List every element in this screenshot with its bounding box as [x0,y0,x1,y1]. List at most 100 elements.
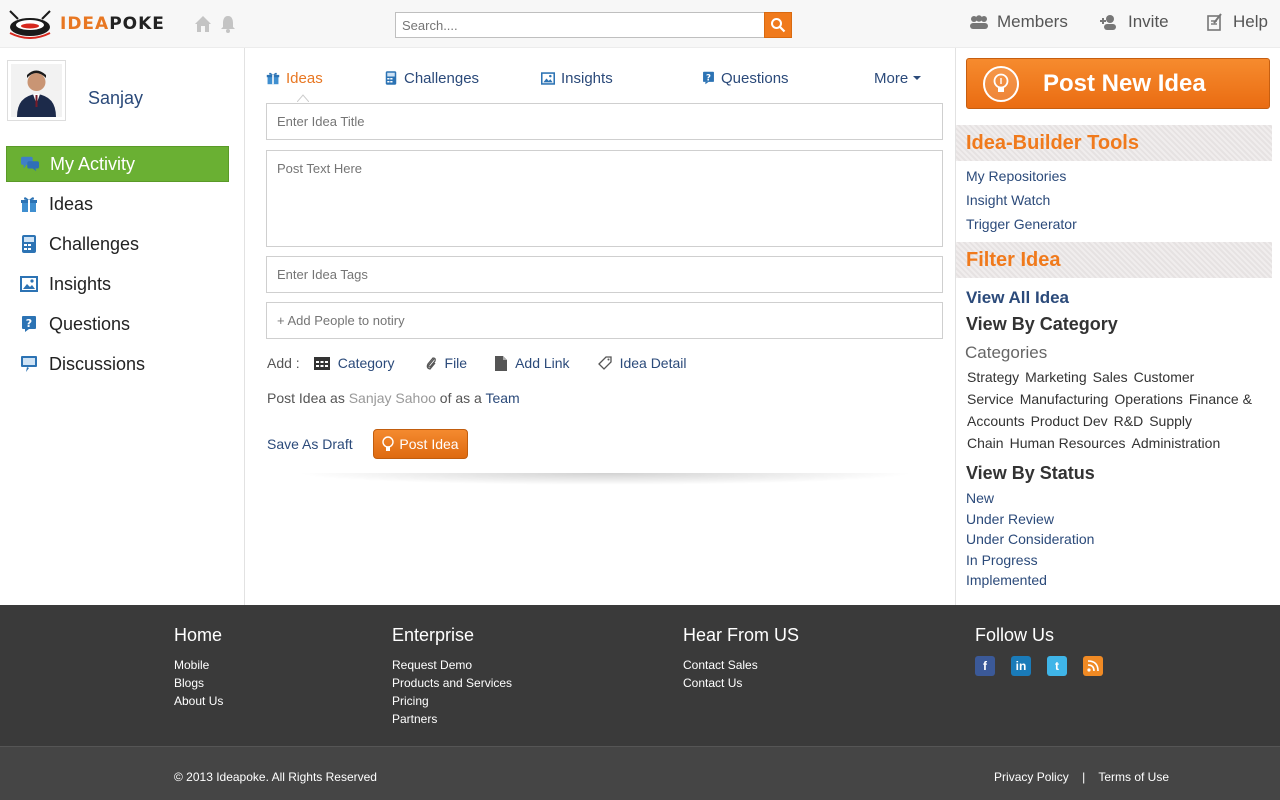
sidebar-item-my-activity[interactable]: My Activity [6,146,229,182]
sidebar-item-label: My Activity [50,153,136,174]
add-category-button[interactable]: Category [313,355,395,371]
profile-name[interactable]: Sanjay [88,88,143,109]
status-under-review-link[interactable]: Under Review [966,511,1054,527]
help-icon [1207,13,1222,31]
categories-label: Categories [965,343,1048,362]
calculator-icon [20,235,38,253]
footer-link[interactable]: Contact Sales [683,656,799,674]
search-button[interactable] [764,12,792,38]
sidebar-item-insights[interactable]: Insights [6,266,229,302]
idea-detail-button[interactable]: Idea Detail [597,355,687,371]
sub-footer: © 2013 Ideapoke. All Rights Reserved Pri… [0,746,1280,800]
rss-icon[interactable] [1083,656,1103,676]
idea-title-input[interactable] [266,103,943,140]
logo-mark-icon [9,10,51,39]
idea-builder-tools-heading: Idea-Builder Tools [956,125,1272,161]
avatar[interactable] [7,60,66,121]
footer-col-hear-from-us: Hear From US Contact Sales Contact Us [683,625,800,692]
sidebar-item-ideas[interactable]: Ideas [6,186,229,222]
ideapoke-logo[interactable]: IDEAPOKE [6,8,182,40]
svg-text:?: ? [26,317,32,330]
footer: Home Mobile Blogs About Us Enterprise Re… [0,605,1280,746]
gift-icon [266,71,280,85]
post-new-idea-button[interactable]: Post New Idea [966,58,1270,109]
category-link[interactable]: Administration [1132,435,1221,451]
twitter-icon[interactable]: t [1047,656,1067,676]
bell-icon[interactable] [218,14,238,34]
home-icon[interactable] [193,14,213,34]
gift-icon [20,195,38,213]
idea-text-input[interactable] [266,150,943,247]
monitor-icon [20,355,38,373]
post-as-user[interactable]: Sanjay Sahoo [349,390,436,406]
right-sidebar: Post New Idea Idea-Builder Tools My Repo… [956,48,1280,605]
my-repositories-link[interactable]: My Repositories [966,168,1066,184]
idea-tags-input[interactable] [266,256,943,293]
category-link[interactable]: Manufacturing [1020,391,1109,407]
footer-link[interactable]: Contact Us [683,674,799,692]
footer-col-follow-us: Follow Us f in t [975,625,1103,676]
category-link[interactable]: R&D [1114,413,1144,429]
question-icon: ? [20,315,38,333]
category-link[interactable]: Sales [1093,369,1128,385]
tab-ideas[interactable]: Ideas [266,68,323,88]
add-file-button[interactable]: File [425,355,467,371]
category-link[interactable]: Marketing [1025,369,1086,385]
filter-idea-heading: Filter Idea [956,242,1272,278]
add-people-input[interactable] [266,302,943,339]
footer-link[interactable]: Mobile [174,656,223,674]
footer-link[interactable]: Pricing [392,692,512,710]
sidebar-item-label: Challenges [49,233,140,254]
facebook-icon[interactable]: f [975,656,995,676]
status-implemented-link[interactable]: Implemented [966,572,1047,588]
terms-of-use-link[interactable]: Terms of Use [1098,770,1169,784]
help-link[interactable]: Help [1205,11,1268,33]
footer-link[interactable]: Blogs [174,674,223,692]
footer-link[interactable]: Request Demo [392,656,512,674]
privacy-policy-link[interactable]: Privacy Policy [994,770,1069,784]
footer-link[interactable]: Products and Services [392,674,512,692]
logo-text-idea: IDEA [60,14,110,34]
category-link[interactable]: Operations [1114,391,1182,407]
left-sidebar: Sanjay My Activity Ideas Challenges Insi… [0,48,245,605]
search-icon [771,18,786,33]
sidebar-item-challenges[interactable]: Challenges [6,226,229,262]
trigger-generator-link[interactable]: Trigger Generator [966,216,1077,232]
members-icon [970,15,988,29]
add-label: Add : [267,355,300,371]
tag-icon [597,356,612,370]
tab-pointer [297,94,309,102]
status-new-link[interactable]: New [966,490,994,506]
sidebar-item-discussions[interactable]: Discussions [6,346,229,382]
invite-link[interactable]: Invite [1100,11,1169,33]
search-input[interactable] [395,12,765,38]
picture-icon [541,71,555,85]
view-all-idea-link[interactable]: View All Idea [966,288,1069,308]
tab-insights[interactable]: Insights [541,68,613,88]
footer-link[interactable]: Partners [392,710,512,728]
view-by-category-heading: View By Category [966,314,1118,334]
tab-challenges[interactable]: Challenges [384,68,479,88]
calculator-icon [384,71,398,85]
question-icon: ? [701,71,715,85]
post-as-line: Post Idea as Sanjay Sahoo of as a Team [267,390,520,406]
status-under-consideration-link[interactable]: Under Consideration [966,531,1094,547]
category-link[interactable]: Strategy [967,369,1019,385]
linkedin-icon[interactable]: in [1011,656,1031,676]
post-idea-button[interactable]: Post Idea [373,429,468,459]
post-as-team-link[interactable]: Team [485,390,519,406]
sidebar-item-questions[interactable]: ? Questions [6,306,229,342]
tab-questions[interactable]: ? Questions [701,68,789,88]
tab-more[interactable]: More [874,68,922,88]
insight-watch-link[interactable]: Insight Watch [966,192,1050,208]
sidebar-item-label: Insights [49,273,112,294]
category-link[interactable]: Product Dev [1031,413,1108,429]
sidebar-item-label: Ideas [49,193,94,214]
lightbulb-icon [382,436,395,451]
add-link-button[interactable]: Add Link [495,355,570,371]
save-draft-link[interactable]: Save As Draft [267,436,353,452]
category-link[interactable]: Human Resources [1010,435,1126,451]
footer-link[interactable]: About Us [174,692,223,710]
members-link[interactable]: Members [969,11,1068,33]
status-in-progress-link[interactable]: In Progress [966,552,1038,568]
